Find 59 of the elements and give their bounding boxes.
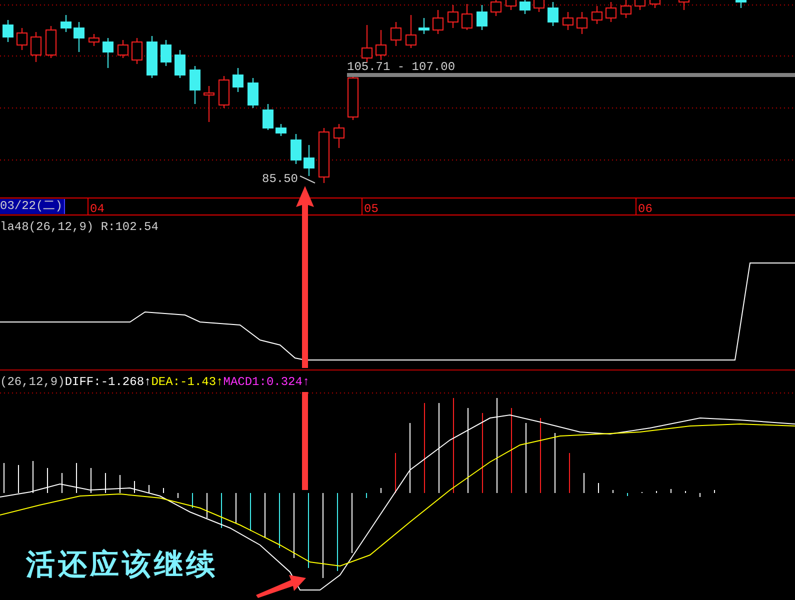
candlestick [232, 68, 244, 92]
candlestick [276, 124, 286, 136]
candlestick [46, 26, 56, 58]
candlestick [204, 86, 214, 122]
arrow [256, 575, 306, 598]
macd-legend: (26,12,9)DIFF:-1.268↑DEA:-1.43↑MACD1:0.324↑ [0, 375, 310, 389]
candlestick [190, 66, 200, 104]
candlestick [506, 0, 516, 10]
candlestick [88, 34, 100, 46]
candlestick [146, 36, 158, 78]
candlestick [432, 10, 444, 34]
range-label: 105.71 - 107.00 [347, 60, 456, 74]
candlestick [290, 134, 302, 164]
candlestick [160, 40, 172, 66]
candlestick [634, 0, 646, 10]
candlestick [678, 0, 690, 10]
candlestick [318, 128, 330, 184]
candlestick [390, 22, 402, 46]
candlestick [262, 104, 274, 130]
candlestick [418, 18, 430, 34]
candlestick [30, 32, 42, 62]
candlestick [362, 24, 372, 62]
month-label: 06 [638, 202, 652, 216]
candlestick [118, 40, 128, 58]
candlestick [218, 76, 230, 108]
current-date: 03/22(二) [0, 199, 66, 214]
low-price-label: 85.50 [262, 172, 298, 186]
candlestick [2, 20, 14, 42]
candlestick [548, 2, 558, 26]
candlestick [60, 14, 72, 32]
candlestick [448, 4, 458, 28]
candlestick [736, 0, 746, 8]
candlestick [334, 124, 344, 148]
candlestick [462, 4, 472, 30]
candlestick [74, 22, 84, 52]
candlestick [304, 144, 314, 176]
caption: 活还应该继续 [26, 546, 218, 582]
candlestick [348, 76, 358, 120]
candlestick [576, 12, 588, 34]
leader-line [300, 176, 316, 184]
candlestick [592, 6, 602, 24]
candlestick [534, 0, 544, 12]
candlestick [16, 28, 28, 50]
candlestick [174, 50, 186, 78]
candlestick [606, 2, 616, 22]
month-label: 05 [364, 202, 378, 216]
candlestick [520, 0, 530, 14]
candlestick [562, 12, 574, 30]
candlestick [406, 14, 416, 48]
candlestick [376, 30, 386, 60]
month-label: 04 [90, 202, 104, 216]
candlestick [490, 0, 502, 16]
candlestick [476, 4, 488, 30]
candlestick [248, 78, 258, 108]
candlestick [102, 38, 114, 68]
indicator-title: la48(26,12,9) R:102.54 [0, 220, 158, 234]
candlestick [650, 0, 660, 8]
candlestick [620, 0, 632, 18]
candlestick [132, 38, 142, 64]
